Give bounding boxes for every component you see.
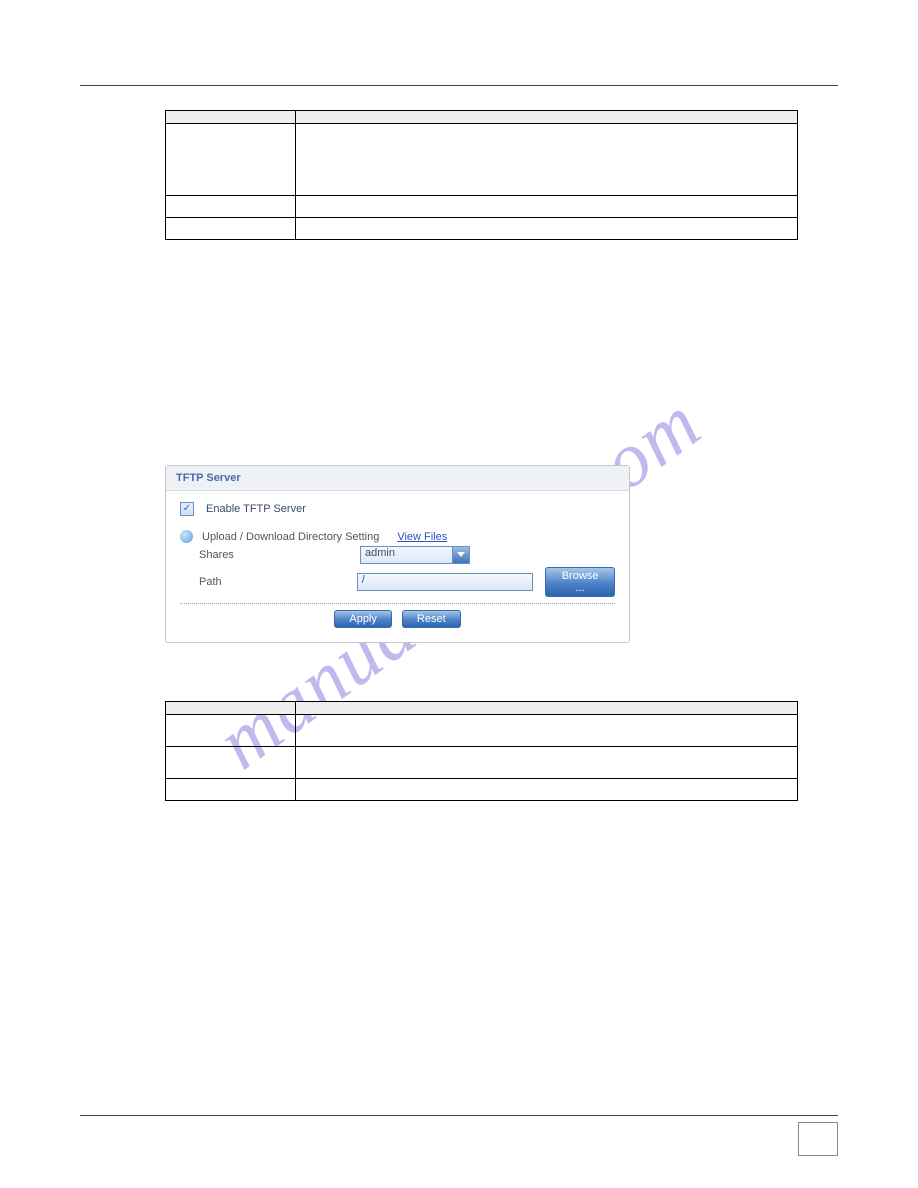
settings-table-1 [165,110,798,240]
table-header-row [166,702,798,715]
page-number-box [798,1122,838,1156]
settings-table-2 [165,701,798,801]
shares-select[interactable]: admin [360,546,470,564]
shares-select-value: admin [365,547,395,559]
apply-reset-row: Apply Reset [180,610,615,628]
table-row [166,747,798,779]
table1-header-label [166,111,296,124]
table1-header-desc [296,111,798,124]
path-label: Path [199,576,351,588]
table2-row3-desc [296,779,798,801]
footer-rule [80,1115,838,1116]
chevron-down-icon [457,552,465,557]
table-row [166,715,798,747]
divider-dotted [180,603,615,604]
table1-row2-desc [296,196,798,218]
table2-row3-label [166,779,296,801]
path-input[interactable]: / [357,573,533,591]
table1-row3-desc [296,218,798,240]
table-row [166,218,798,240]
path-row: Path / Browse ... [180,567,615,597]
path-input-value: / [362,574,365,586]
table1-row2-label [166,196,296,218]
view-files-link[interactable]: View Files [397,531,447,543]
table1-row1-desc [296,124,798,196]
table-row [166,196,798,218]
enable-tftp-checkbox[interactable]: ✓ [180,502,194,516]
table-header-row [166,111,798,124]
table-row [166,124,798,196]
table-row [166,779,798,801]
tftp-server-panel: TFTP Server ✓ Enable TFTP Server Upload … [165,465,630,643]
table2-header-desc [296,702,798,715]
reset-button[interactable]: Reset [402,610,461,628]
table2-header-label [166,702,296,715]
table1-row3-label [166,218,296,240]
browse-button[interactable]: Browse ... [545,567,615,597]
table2-row1-desc [296,715,798,747]
directory-setting-label: Upload / Download Directory Setting [202,531,379,543]
table2-row2-desc [296,747,798,779]
table2-row2-label [166,747,296,779]
enable-tftp-label: Enable TFTP Server [206,503,306,515]
shares-row: Shares admin [180,546,615,564]
table2-row1-label [166,715,296,747]
shares-label: Shares [199,549,354,561]
globe-icon [180,530,193,543]
directory-setting-row: Upload / Download Directory Setting View… [180,530,615,543]
header-rule [80,85,838,86]
table1-row1-label [166,124,296,196]
tftp-panel-title: TFTP Server [166,466,629,491]
apply-button[interactable]: Apply [334,610,392,628]
enable-tftp-row: ✓ Enable TFTP Server [180,502,615,516]
